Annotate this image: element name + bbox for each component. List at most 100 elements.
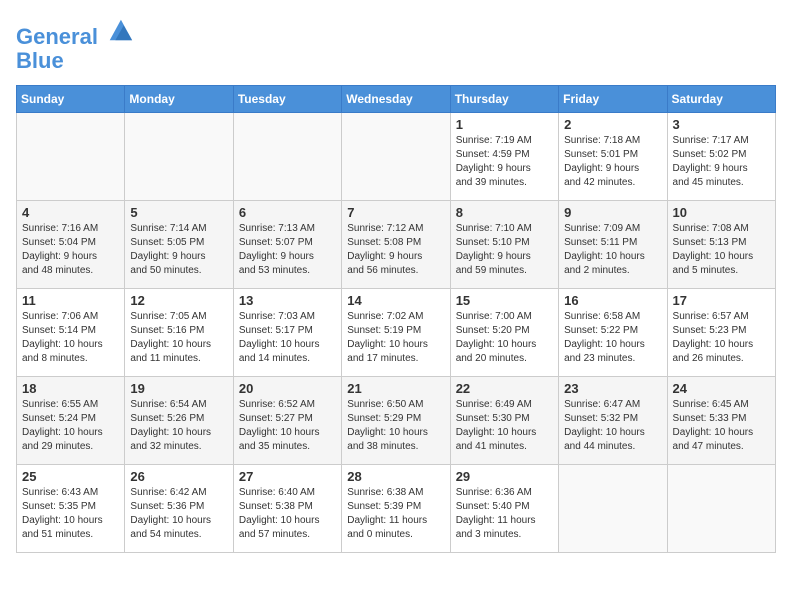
day-number: 22 [456, 381, 553, 396]
day-info: Sunrise: 6:49 AM Sunset: 5:30 PM Dayligh… [456, 398, 553, 454]
day-number: 16 [564, 293, 661, 308]
day-info: Sunrise: 7:17 AM Sunset: 5:02 PM Dayligh… [673, 134, 770, 190]
day-info: Sunrise: 7:10 AM Sunset: 5:10 PM Dayligh… [456, 222, 553, 278]
column-header-monday: Monday [125, 86, 233, 113]
day-info: Sunrise: 7:13 AM Sunset: 5:07 PM Dayligh… [239, 222, 336, 278]
day-number: 3 [673, 117, 770, 132]
calendar-cell: 14Sunrise: 7:02 AM Sunset: 5:19 PM Dayli… [342, 289, 450, 377]
day-info: Sunrise: 7:18 AM Sunset: 5:01 PM Dayligh… [564, 134, 661, 190]
calendar-cell: 7 Sunrise: 7:12 AM Sunset: 5:08 PM Daylig… [342, 201, 450, 289]
calendar-cell: 21Sunrise: 6:50 AM Sunset: 5:29 PM Dayli… [342, 377, 450, 465]
day-number: 4 [22, 205, 119, 220]
day-info: Sunrise: 6:42 AM Sunset: 5:36 PM Dayligh… [130, 486, 227, 542]
calendar-cell [559, 465, 667, 553]
calendar-cell: 8 Sunrise: 7:10 AM Sunset: 5:10 PM Daylig… [450, 201, 558, 289]
calendar-cell: 4 Sunrise: 7:16 AM Sunset: 5:04 PM Daylig… [17, 201, 125, 289]
calendar-cell: 15Sunrise: 7:00 AM Sunset: 5:20 PM Dayli… [450, 289, 558, 377]
day-number: 1 [456, 117, 553, 132]
day-info: Sunrise: 7:03 AM Sunset: 5:17 PM Dayligh… [239, 310, 336, 366]
day-info: Sunrise: 7:12 AM Sunset: 5:08 PM Dayligh… [347, 222, 444, 278]
day-number: 9 [564, 205, 661, 220]
day-info: Sunrise: 6:36 AM Sunset: 5:40 PM Dayligh… [456, 486, 553, 542]
day-number: 25 [22, 469, 119, 484]
calendar-cell: 23 Sunrise: 6:47 AM Sunset: 5:32 PM Dayli… [559, 377, 667, 465]
day-number: 6 [239, 205, 336, 220]
day-info: Sunrise: 7:09 AM Sunset: 5:11 PM Dayligh… [564, 222, 661, 278]
calendar-cell: 9 Sunrise: 7:09 AM Sunset: 5:11 PM Daylig… [559, 201, 667, 289]
day-number: 17 [673, 293, 770, 308]
day-info: Sunrise: 7:19 AM Sunset: 4:59 PM Dayligh… [456, 134, 553, 190]
calendar-cell: 26 Sunrise: 6:42 AM Sunset: 5:36 PM Dayli… [125, 465, 233, 553]
calendar-cell: 11 Sunrise: 7:06 AM Sunset: 5:14 PM Dayli… [17, 289, 125, 377]
column-header-wednesday: Wednesday [342, 86, 450, 113]
column-header-saturday: Saturday [667, 86, 775, 113]
calendar-cell: 22 Sunrise: 6:49 AM Sunset: 5:30 PM Dayli… [450, 377, 558, 465]
day-info: Sunrise: 6:58 AM Sunset: 5:22 PM Dayligh… [564, 310, 661, 366]
day-info: Sunrise: 7:14 AM Sunset: 5:05 PM Dayligh… [130, 222, 227, 278]
day-number: 27 [239, 469, 336, 484]
column-header-tuesday: Tuesday [233, 86, 341, 113]
day-number: 2 [564, 117, 661, 132]
calendar-week-row: 25 Sunrise: 6:43 AM Sunset: 5:35 PM Dayli… [17, 465, 776, 553]
day-number: 8 [456, 205, 553, 220]
calendar-cell: 13 Sunrise: 7:03 AM Sunset: 5:17 PM Dayli… [233, 289, 341, 377]
day-number: 5 [130, 205, 227, 220]
calendar-cell: 10 Sunrise: 7:08 AM Sunset: 5:13 PM Dayli… [667, 201, 775, 289]
calendar-week-row: 11 Sunrise: 7:06 AM Sunset: 5:14 PM Dayli… [17, 289, 776, 377]
calendar-cell: 3 Sunrise: 7:17 AM Sunset: 5:02 PM Daylig… [667, 113, 775, 201]
column-header-friday: Friday [559, 86, 667, 113]
calendar-cell: 24Sunrise: 6:45 AM Sunset: 5:33 PM Dayli… [667, 377, 775, 465]
calendar-cell [17, 113, 125, 201]
calendar-week-row: 18 Sunrise: 6:55 AM Sunset: 5:24 PM Dayli… [17, 377, 776, 465]
calendar-cell: 20 Sunrise: 6:52 AM Sunset: 5:27 PM Dayli… [233, 377, 341, 465]
calendar-cell: 28 Sunrise: 6:38 AM Sunset: 5:39 PM Dayli… [342, 465, 450, 553]
day-number: 28 [347, 469, 444, 484]
calendar-cell: 18 Sunrise: 6:55 AM Sunset: 5:24 PM Dayli… [17, 377, 125, 465]
day-number: 19 [130, 381, 227, 396]
logo: General Blue [16, 16, 134, 73]
calendar-cell: 16 Sunrise: 6:58 AM Sunset: 5:22 PM Dayli… [559, 289, 667, 377]
logo-icon [106, 16, 134, 44]
day-number: 7 [347, 205, 444, 220]
calendar-cell [667, 465, 775, 553]
calendar-cell: 17 Sunrise: 6:57 AM Sunset: 5:23 PM Dayli… [667, 289, 775, 377]
day-number: 24 [673, 381, 770, 396]
column-header-sunday: Sunday [17, 86, 125, 113]
column-header-thursday: Thursday [450, 86, 558, 113]
day-info: Sunrise: 6:43 AM Sunset: 5:35 PM Dayligh… [22, 486, 119, 542]
day-number: 26 [130, 469, 227, 484]
day-info: Sunrise: 6:54 AM Sunset: 5:26 PM Dayligh… [130, 398, 227, 454]
calendar-cell: 12 Sunrise: 7:05 AM Sunset: 5:16 PM Dayli… [125, 289, 233, 377]
calendar-cell: 25 Sunrise: 6:43 AM Sunset: 5:35 PM Dayli… [17, 465, 125, 553]
day-info: Sunrise: 7:06 AM Sunset: 5:14 PM Dayligh… [22, 310, 119, 366]
logo-blue: Blue [16, 49, 134, 73]
day-number: 12 [130, 293, 227, 308]
day-info: Sunrise: 6:52 AM Sunset: 5:27 PM Dayligh… [239, 398, 336, 454]
day-info: Sunrise: 6:38 AM Sunset: 5:39 PM Dayligh… [347, 486, 444, 542]
calendar-cell: 19 Sunrise: 6:54 AM Sunset: 5:26 PM Dayli… [125, 377, 233, 465]
day-number: 20 [239, 381, 336, 396]
day-info: Sunrise: 6:50 AM Sunset: 5:29 PM Dayligh… [347, 398, 444, 454]
day-info: Sunrise: 6:55 AM Sunset: 5:24 PM Dayligh… [22, 398, 119, 454]
day-number: 11 [22, 293, 119, 308]
calendar-cell: 6 Sunrise: 7:13 AM Sunset: 5:07 PM Daylig… [233, 201, 341, 289]
calendar-cell: 1 Sunrise: 7:19 AM Sunset: 4:59 PM Daylig… [450, 113, 558, 201]
day-number: 10 [673, 205, 770, 220]
calendar-table: SundayMondayTuesdayWednesdayThursdayFrid… [16, 85, 776, 553]
calendar-cell: 29 Sunrise: 6:36 AM Sunset: 5:40 PM Dayli… [450, 465, 558, 553]
day-info: Sunrise: 7:05 AM Sunset: 5:16 PM Dayligh… [130, 310, 227, 366]
day-info: Sunrise: 7:16 AM Sunset: 5:04 PM Dayligh… [22, 222, 119, 278]
day-number: 18 [22, 381, 119, 396]
calendar-header-row: SundayMondayTuesdayWednesdayThursdayFrid… [17, 86, 776, 113]
calendar-cell [233, 113, 341, 201]
day-number: 29 [456, 469, 553, 484]
day-info: Sunrise: 6:47 AM Sunset: 5:32 PM Dayligh… [564, 398, 661, 454]
day-number: 23 [564, 381, 661, 396]
calendar-cell: 5 Sunrise: 7:14 AM Sunset: 5:05 PM Daylig… [125, 201, 233, 289]
day-number: 13 [239, 293, 336, 308]
day-info: Sunrise: 7:08 AM Sunset: 5:13 PM Dayligh… [673, 222, 770, 278]
calendar-cell: 2 Sunrise: 7:18 AM Sunset: 5:01 PM Daylig… [559, 113, 667, 201]
calendar-week-row: 4 Sunrise: 7:16 AM Sunset: 5:04 PM Daylig… [17, 201, 776, 289]
day-info: Sunrise: 6:57 AM Sunset: 5:23 PM Dayligh… [673, 310, 770, 366]
calendar-cell [125, 113, 233, 201]
